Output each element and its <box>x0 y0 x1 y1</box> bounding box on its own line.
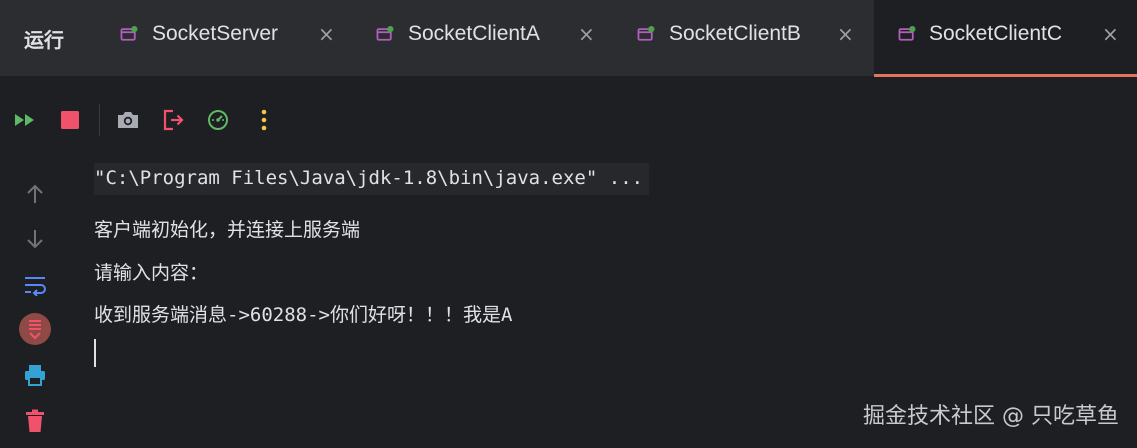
exit-icon <box>163 109 184 131</box>
soft-wrap-icon <box>25 277 46 296</box>
more-vert-icon <box>261 109 267 131</box>
profiler-button[interactable] <box>202 98 234 142</box>
console-command-line: "C:\Program Files\Java\jdk-1.8\bin\java.… <box>94 163 650 195</box>
trash-icon <box>26 409 44 432</box>
print-icon <box>25 365 45 386</box>
tab-label: SocketServer <box>152 22 279 45</box>
run-config-icon <box>898 26 916 41</box>
stop-icon <box>61 111 79 129</box>
console-line: 客户端初始化，并连接上服务端 <box>94 219 361 241</box>
close-icon[interactable]: × <box>837 22 854 46</box>
tab-label: SocketClientC <box>929 22 1063 45</box>
dump-threads-button[interactable] <box>112 98 144 142</box>
more-actions-button[interactable] <box>248 98 280 142</box>
run-toolbar <box>0 98 300 142</box>
tool-window-tabbar: 运行 SocketServer × SocketClientA × Socket… <box>0 0 1137 77</box>
soft-wrap-button[interactable] <box>18 268 52 302</box>
watermark: 掘金技术社区 @ 只吃草鱼 <box>863 404 1119 429</box>
active-tab-indicator <box>874 74 1137 77</box>
close-icon[interactable]: × <box>578 22 595 46</box>
run-window-title: 运行 <box>24 28 64 52</box>
tab-label: SocketClientA <box>408 22 540 45</box>
scroll-to-end-icon <box>19 313 51 345</box>
scroll-down-button[interactable] <box>18 222 52 256</box>
tab-socketclientb[interactable]: SocketClientB × <box>625 0 870 76</box>
tab-socketserver[interactable]: SocketServer × <box>108 0 348 76</box>
tab-socketclienta[interactable]: SocketClientA × <box>364 0 614 76</box>
toolbar-separator <box>99 104 100 136</box>
clear-all-button[interactable] <box>18 404 52 438</box>
stop-button[interactable] <box>54 98 86 142</box>
rerun-button[interactable] <box>9 98 41 142</box>
print-button[interactable] <box>18 358 52 392</box>
scroll-up-button[interactable] <box>18 177 52 211</box>
tab-socketclientc[interactable]: SocketClientC × <box>874 0 1137 77</box>
arrow-down-icon <box>27 230 43 249</box>
run-config-icon <box>637 26 655 41</box>
run-config-icon <box>120 26 138 41</box>
profiler-icon <box>208 110 228 130</box>
arrow-up-icon <box>27 184 43 203</box>
rerun-icon <box>15 114 34 126</box>
scroll-to-end-button[interactable] <box>18 312 52 346</box>
camera-icon <box>118 112 138 128</box>
close-icon[interactable]: × <box>1102 22 1119 46</box>
exit-button[interactable] <box>157 98 189 142</box>
close-icon[interactable]: × <box>318 22 335 46</box>
text-cursor <box>94 339 96 367</box>
run-config-icon <box>376 26 394 41</box>
tab-label: SocketClientB <box>669 22 801 45</box>
console-line: 请输入内容： <box>94 262 209 284</box>
console-line: 收到服务端消息->60288->你们好呀！！！我是A <box>94 304 513 326</box>
